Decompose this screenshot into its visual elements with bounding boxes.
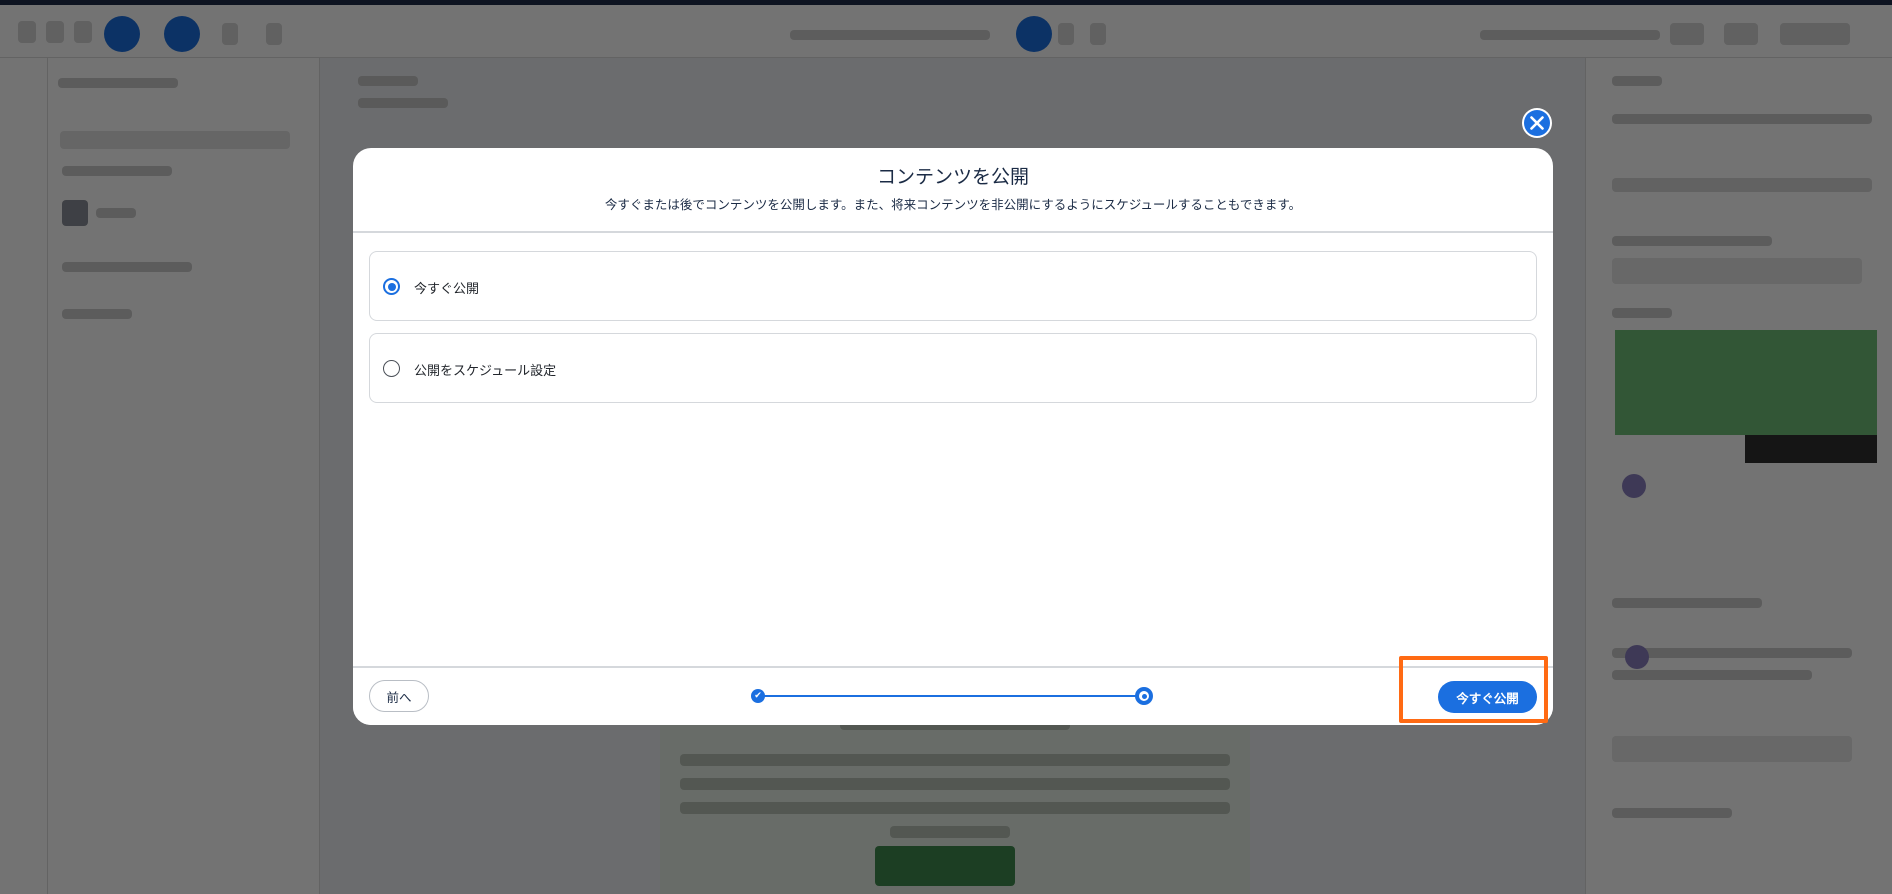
option-label: 今すぐ公開 [414, 282, 480, 297]
option-publish-now[interactable]: 今すぐ公開 [369, 251, 1537, 321]
step-current-indicator [1135, 687, 1153, 705]
step-connector [763, 695, 1141, 697]
close-button[interactable] [1522, 108, 1552, 138]
option-schedule-publish[interactable]: 公開をスケジュール設定 [369, 333, 1537, 403]
dialog-subtitle: 今すぐまたは後でコンテンツを公開します。また、将来コンテンツを非公開にするように… [604, 197, 1302, 212]
radio-schedule-publish[interactable] [383, 360, 400, 377]
option-label: 公開をスケジュール設定 [414, 364, 557, 379]
publish-now-button[interactable]: 今すぐ公開 [1438, 681, 1537, 713]
previous-button[interactable]: 前へ [369, 680, 429, 712]
close-icon [1524, 110, 1550, 136]
dialog-footer: 前へ ✔ 今すぐ公開 [353, 666, 1553, 725]
radio-publish-now[interactable] [383, 278, 400, 295]
step-complete-check-icon: ✔ [751, 689, 765, 703]
dialog-header: コンテンツを公開 今すぐまたは後でコンテンツを公開します。また、将来コンテンツを… [353, 148, 1553, 233]
dialog-title: コンテンツを公開 [876, 166, 1029, 188]
step-progress: ✔ [751, 686, 1155, 706]
publish-dialog: コンテンツを公開 今すぐまたは後でコンテンツを公開します。また、将来コンテンツを… [353, 148, 1553, 725]
